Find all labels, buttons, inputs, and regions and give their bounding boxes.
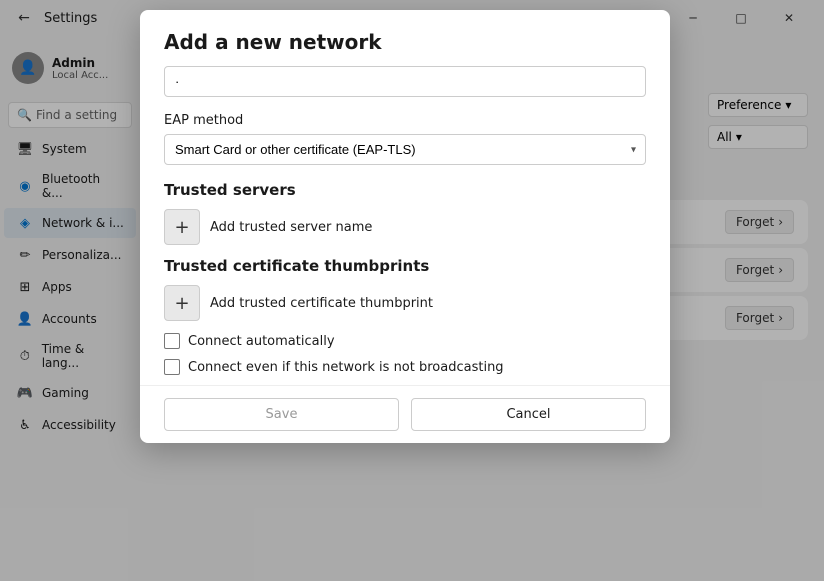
trusted-servers-title: Trusted servers (164, 181, 646, 199)
add-trusted-cert-row: + Add trusted certificate thumbprint (164, 285, 646, 321)
connect-hidden-row: Connect even if this network is not broa… (164, 359, 646, 375)
connect-auto-label: Connect automatically (188, 334, 335, 349)
network-name-field-group (164, 66, 646, 97)
eap-method-label: EAP method (164, 113, 646, 128)
add-trusted-cert-label: Add trusted certificate thumbprint (210, 296, 433, 311)
add-trusted-server-label: Add trusted server name (210, 220, 372, 235)
network-name-input[interactable] (164, 66, 646, 97)
save-button: Save (164, 398, 399, 431)
connect-auto-checkbox[interactable] (164, 333, 180, 349)
eap-method-field-group: EAP method Smart Card or other certifica… (164, 113, 646, 165)
dialog-footer: Save Cancel (140, 385, 670, 443)
eap-method-select[interactable]: Smart Card or other certificate (EAP-TLS… (164, 134, 646, 165)
dialog-body: EAP method Smart Card or other certifica… (140, 66, 670, 385)
connect-auto-row: Connect automatically (164, 333, 646, 349)
add-trusted-server-row: + Add trusted server name (164, 209, 646, 245)
connect-hidden-checkbox[interactable] (164, 359, 180, 375)
add-trusted-server-button[interactable]: + (164, 209, 200, 245)
dialog-title: Add a new network (164, 30, 382, 54)
connect-hidden-label: Connect even if this network is not broa… (188, 360, 504, 375)
trusted-certs-title: Trusted certificate thumbprints (164, 257, 646, 275)
add-network-dialog: Add a new network EAP method Smart Card … (140, 10, 670, 443)
add-trusted-cert-button[interactable]: + (164, 285, 200, 321)
eap-method-select-wrapper: Smart Card or other certificate (EAP-TLS… (164, 134, 646, 165)
cancel-button[interactable]: Cancel (411, 398, 646, 431)
dialog-header: Add a new network (140, 10, 670, 66)
